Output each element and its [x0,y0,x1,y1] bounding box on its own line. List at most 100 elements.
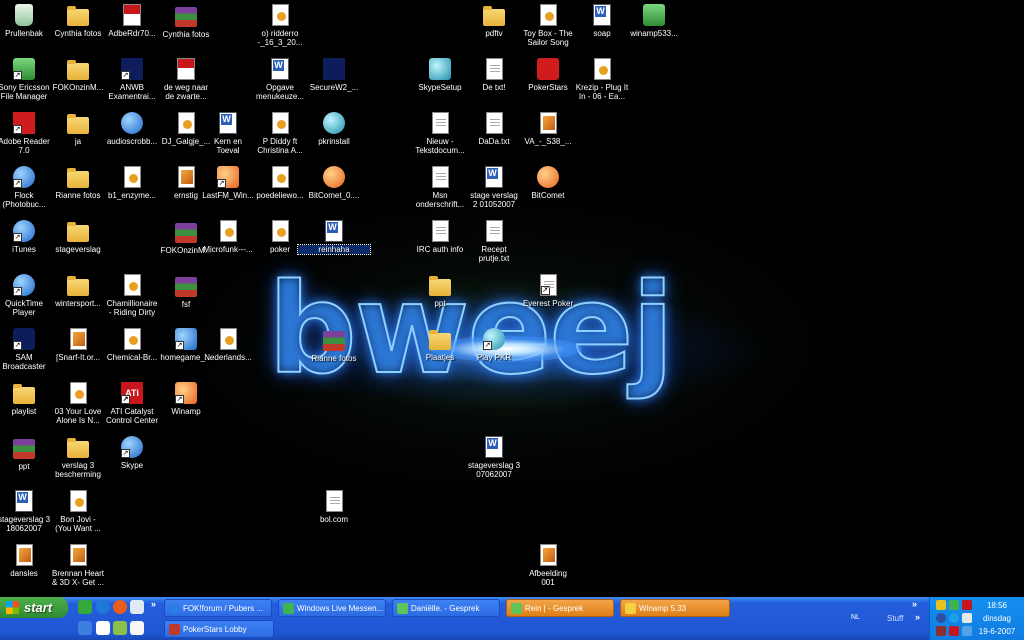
chat-icon [397,603,408,614]
desktop-icon[interactable]: BitComet [512,166,584,200]
anwb-icon: ↗ [121,58,143,80]
msn-icon[interactable] [78,621,92,635]
folder-icon [67,114,89,134]
desktop-icon-label: stageverslag 3 07062007 [467,461,521,479]
rar-icon [323,331,345,351]
internet-explorer-icon[interactable] [96,600,110,614]
desktop-icon[interactable]: Rianne fotos [298,328,370,363]
taskbar-button-label: Daniëlle. - Gesprek [411,604,480,613]
ati-tray-icon[interactable] [962,600,972,610]
bin-icon [15,4,33,26]
everest-icon: ↗ [539,274,557,296]
taskbar: start » FOK!forum / Pubers ... Windows L… [0,597,1024,640]
ati-tray-icon[interactable] [949,626,959,636]
toolbar-stuff-label[interactable]: Stuff [887,614,903,623]
sound-icon[interactable] [936,613,946,623]
winamp-setup-icon [643,4,665,26]
desktop-icon[interactable]: bol.com [298,490,370,524]
mp3-icon [539,112,557,134]
quicklaunch-chevron-icon[interactable]: » [151,599,156,609]
quicklaunch-icon[interactable] [113,621,127,635]
desktop-icon[interactable]: ↗ Everest Poker [512,274,584,308]
desktop-icon[interactable]: reinhaha [297,220,371,255]
shortcut-arrow-icon: ↗ [13,341,22,350]
desktop[interactable]: bweej Prullenbak Cynthia fotos AdbeRdr70..… [0,0,1024,597]
media-player-icon[interactable] [130,600,144,614]
desktop-icon[interactable]: VA_-_S38_... [512,112,584,146]
shortcut-arrow-icon: ↗ [13,233,22,242]
desktop-icon[interactable]: BitComet_0.... [298,166,370,200]
word-icon [593,4,611,26]
pokerstars-icon [537,58,559,80]
desktop-icon[interactable]: ppt [404,274,476,308]
taskbar-button-pokerstars-lobby[interactable]: PokerStars Lobby [164,620,274,638]
desktop-icon[interactable]: SecureW2_... [298,58,370,92]
taskbar-button-messenger[interactable]: Windows Live Messen... [278,599,386,617]
desktop-icon[interactable]: Nederlands... [192,328,264,362]
folder-icon [67,60,89,80]
audio-icon [69,382,87,404]
pdf-icon [123,4,141,26]
pokerstars-tray-icon[interactable] [936,626,946,636]
quicklaunch-icon[interactable] [130,621,144,635]
display-icon[interactable] [962,613,972,623]
chat-icon [511,603,522,614]
desktop-icon[interactable]: stageverslag 3 07062007 [458,436,530,479]
shortcut-arrow-icon: ↗ [217,179,226,188]
audio-icon [123,328,141,350]
desktop-icon[interactable]: pkrinstall [298,112,370,146]
desktop-icon[interactable]: ↗ Skype [96,436,168,470]
skype-tray-icon[interactable] [949,613,959,623]
desktop-icon[interactable]: Recept prutje.txt [458,220,530,263]
network-icon[interactable] [949,600,959,610]
desktop-icon[interactable]: stageverslag [42,220,114,254]
rar-icon [13,439,35,459]
start-button[interactable]: start [0,597,68,618]
shortcut-arrow-icon: ↗ [13,287,22,296]
mp3-icon [15,544,33,566]
clock-date: 19-6-2007 [978,627,1016,636]
taskbar-button-chat-rein[interactable]: Rein | - Gesprek [506,599,614,617]
ati-icon: ATi ↗ [121,382,143,404]
desktop-icon-label: Skype [120,461,144,470]
desktop-icon[interactable]: Brennan Heart & 3D X- Get ... [42,544,114,587]
desktop-icon[interactable]: winamp533... [618,4,690,38]
desktop-icon[interactable]: o) ridderro -_16_3_20... [244,4,316,47]
audioscrobbler-icon [121,112,143,134]
desktop-icon[interactable]: Bon Jovi - (You Want ... [42,490,114,533]
taskbar-button-label: PokerStars Lobby [183,625,247,634]
firefox-icon[interactable] [113,600,127,614]
desktop-icon[interactable]: ↗ Play PKR [458,328,530,362]
language-indicator[interactable]: NL [851,614,860,621]
desktop-icon[interactable]: Cynthia fotos [150,4,222,39]
quicklaunch-icon[interactable] [96,621,110,635]
pkr-icon: ↗ [483,328,505,350]
folder-icon [429,330,451,350]
audio-icon [123,274,141,296]
taskbar-button-label: Windows Live Messen... [297,604,384,613]
shortcut-arrow-icon: ↗ [175,341,184,350]
desktop-icon[interactable]: fsf [150,274,222,309]
toolbar-chevron-icon[interactable]: » [915,612,920,622]
taskbar-button-winamp[interactable]: Winamp 5.33 [620,599,730,617]
taskbar-button-chat-danielle[interactable]: Daniëlle. - Gesprek [392,599,500,617]
taskbar-button-fok-forum[interactable]: FOK!forum / Pubers ... [164,599,272,617]
security-icon[interactable] [936,600,946,610]
folder-icon [67,438,89,458]
bitcomet-icon [537,166,559,188]
desktop-icon[interactable]: Afbeelding 001 [512,544,584,587]
desktop-icon[interactable]: de weg naar de zwarte... [150,58,222,101]
word-icon [485,166,503,188]
desktop-icon[interactable]: Krezip - Plug It In - 06 - Ea... [566,58,638,101]
desktop-icon-label: reinhaha [297,244,371,255]
messenger-tray-icon[interactable] [962,626,972,636]
taskbar-chevron-icon[interactable]: » [912,599,917,609]
phone-icon: ↗ [13,58,35,80]
word-icon [271,58,289,80]
clock-day: dinsdag [982,614,1012,623]
folder-icon [67,6,89,26]
clock-time[interactable]: 18:56 [974,601,1020,610]
pkrinstall-icon [323,112,345,134]
desktop-icon[interactable]: ↗ Winamp [150,382,222,416]
show-desktop-icon[interactable] [78,600,92,614]
